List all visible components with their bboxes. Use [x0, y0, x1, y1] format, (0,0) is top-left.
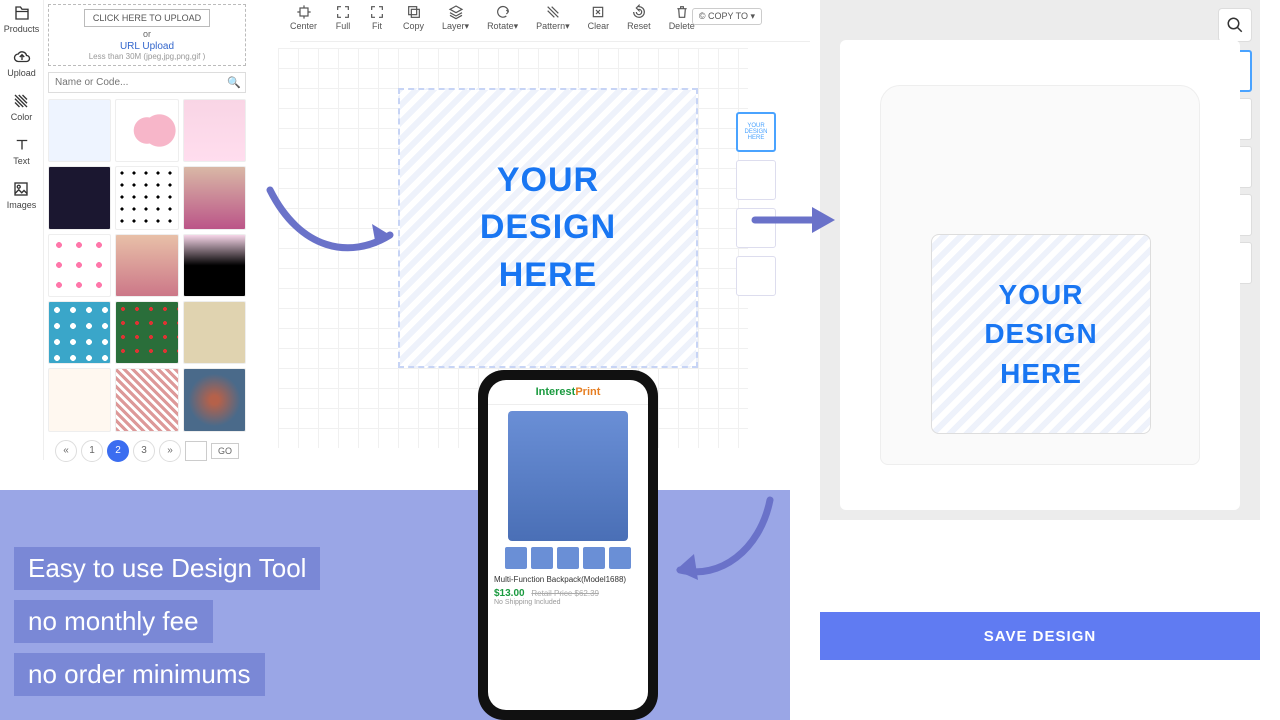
- bag-mockup: YOURDESIGNHERE: [880, 85, 1200, 465]
- pager-page-input[interactable]: [185, 441, 207, 461]
- tool-delete[interactable]: Delete: [669, 4, 695, 31]
- pager-2[interactable]: 2: [107, 440, 129, 462]
- thumb[interactable]: [48, 99, 111, 162]
- rail-color-label: Color: [11, 112, 33, 122]
- upload-hint: Less than 30M (jpeg,jpg,png,gif ): [53, 52, 241, 61]
- thumb[interactable]: [115, 301, 178, 364]
- tool-reset[interactable]: Reset: [627, 4, 651, 31]
- print-area-slots: YOUR DESIGN HERE: [736, 112, 776, 296]
- tool-rotate[interactable]: Rotate▾: [487, 4, 518, 32]
- artboard[interactable]: YOURDESIGNHERE: [398, 88, 698, 368]
- pager-3[interactable]: 3: [133, 440, 155, 462]
- copy-to-dropdown[interactable]: © COPY TO ▾: [692, 8, 762, 25]
- tool-layer[interactable]: Layer▾: [442, 4, 469, 32]
- thumb[interactable]: [115, 234, 178, 297]
- upload-click-button[interactable]: CLICK HERE TO UPLOAD: [84, 9, 210, 27]
- rail-text-label: Text: [13, 156, 30, 166]
- rail-products-label: Products: [4, 24, 40, 34]
- thumb[interactable]: [48, 166, 111, 229]
- rail-products[interactable]: Products: [4, 4, 40, 34]
- thumb[interactable]: [183, 166, 246, 229]
- thumb[interactable]: [115, 368, 178, 431]
- rail-text[interactable]: Text: [13, 136, 31, 166]
- thumb[interactable]: [115, 166, 178, 229]
- pager-next[interactable]: »: [159, 440, 181, 462]
- thumb[interactable]: [115, 99, 178, 162]
- save-design-button[interactable]: SAVE DESIGN: [820, 612, 1260, 660]
- slot-selected[interactable]: YOUR DESIGN HERE: [736, 112, 776, 152]
- slot[interactable]: [736, 208, 776, 248]
- phone-price: $13.00 Retail Price $62.39: [494, 588, 599, 599]
- zoom-icon[interactable]: [1218, 8, 1252, 42]
- rail-color[interactable]: Color: [11, 92, 33, 122]
- pagination: « 1 2 3 » GO: [48, 440, 246, 462]
- promo-line-1: Easy to use Design Tool: [14, 547, 320, 590]
- thumb[interactable]: [183, 301, 246, 364]
- search-icon[interactable]: 🔍: [223, 73, 245, 92]
- thumbnail-grid: [48, 99, 246, 432]
- phone-mockup: InterestPrint Multi-Function Backpack(Mo…: [478, 370, 658, 720]
- pager-go[interactable]: GO: [211, 443, 239, 459]
- rail-upload[interactable]: Upload: [7, 48, 36, 78]
- product-preview: YOURDESIGNHERE: [820, 0, 1260, 520]
- search-row: 🔍: [48, 72, 246, 93]
- tool-center[interactable]: Center: [290, 4, 317, 31]
- pager-prev[interactable]: «: [55, 440, 77, 462]
- pager-1[interactable]: 1: [81, 440, 103, 462]
- promo-line-2: no monthly fee: [14, 600, 213, 643]
- upload-area[interactable]: CLICK HERE TO UPLOAD or URL Upload Less …: [48, 4, 246, 66]
- tool-clear[interactable]: Clear: [588, 4, 610, 31]
- tool-full[interactable]: Full: [335, 4, 351, 31]
- phone-product-title: Multi-Function Backpack(Model1688): [494, 575, 626, 584]
- placeholder-text: YOURDESIGNHERE: [480, 157, 616, 300]
- phone-shipping: No Shipping Included: [494, 599, 561, 606]
- tool-pattern[interactable]: Pattern▾: [536, 4, 570, 32]
- rail-images[interactable]: Images: [7, 180, 37, 210]
- url-upload-link[interactable]: URL Upload: [53, 41, 241, 52]
- rail-upload-label: Upload: [7, 68, 36, 78]
- thumb[interactable]: [48, 234, 111, 297]
- slot[interactable]: [736, 256, 776, 296]
- tool-copy[interactable]: Copy: [403, 4, 424, 31]
- thumb[interactable]: [183, 99, 246, 162]
- gallery-panel: CLICK HERE TO UPLOAD or URL Upload Less …: [44, 0, 250, 470]
- thumb[interactable]: [183, 368, 246, 431]
- promo-banner: Easy to use Design Tool no monthly fee n…: [0, 490, 790, 720]
- promo-line-3: no order minimums: [14, 653, 265, 696]
- rail-images-label: Images: [7, 200, 37, 210]
- phone-product-image: [508, 411, 628, 541]
- search-input[interactable]: [49, 73, 223, 92]
- thumb[interactable]: [48, 368, 111, 431]
- bag-design-text: YOURDESIGNHERE: [984, 275, 1097, 393]
- slot[interactable]: [736, 160, 776, 200]
- thumb[interactable]: [183, 234, 246, 297]
- thumb[interactable]: [48, 301, 111, 364]
- upload-or: or: [53, 29, 241, 39]
- tool-fit[interactable]: Fit: [369, 4, 385, 31]
